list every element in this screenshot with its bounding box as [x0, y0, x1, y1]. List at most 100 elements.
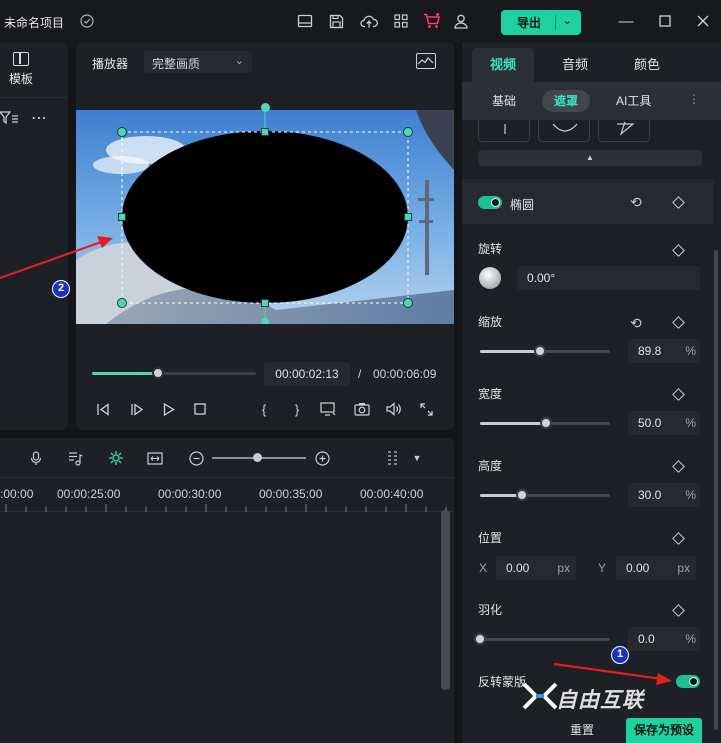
mask-shape-line[interactable] — [478, 120, 530, 142]
invert-mask-toggle[interactable] — [676, 675, 700, 688]
mask-shape-star[interactable] — [598, 120, 650, 142]
keyframe-diamond-icon[interactable] — [672, 604, 685, 617]
filter-icon[interactable] — [0, 111, 18, 128]
subtab-mask[interactable]: 遮罩 — [542, 90, 591, 112]
stop-icon[interactable] — [191, 400, 209, 418]
mask-handle-right[interactable] — [404, 213, 412, 221]
mask-feather-handle[interactable] — [261, 318, 269, 324]
keyframe-diamond-icon[interactable] — [672, 388, 685, 401]
check-circle-icon[interactable] — [78, 12, 96, 30]
mask-handle-bottom[interactable] — [261, 299, 269, 307]
mask-handle-bottom-left[interactable] — [117, 298, 127, 308]
chevron-down-icon[interactable]: ⌄ — [563, 16, 571, 27]
slider-knob[interactable] — [540, 417, 553, 429]
mask-item-ellipse[interactable]: 椭圆 ⟲ — [462, 182, 714, 224]
snapshot-icon[interactable] — [416, 53, 436, 69]
rotation-input[interactable]: 0.00° — [517, 266, 700, 290]
tab-audio[interactable]: 音频 — [544, 48, 606, 82]
keyframe-diamond-icon[interactable] — [672, 244, 685, 257]
export-button[interactable]: 导出 ⌄ — [501, 10, 581, 35]
zoom-knob[interactable] — [253, 453, 263, 462]
save-preset-button[interactable]: 保存为预设 — [626, 718, 702, 743]
current-time[interactable]: 00:00:02:13 — [264, 362, 350, 386]
feather-value: 0.0 — [638, 632, 655, 646]
monitor-icon[interactable] — [296, 12, 314, 30]
zoom-slider[interactable] — [212, 453, 306, 462]
reset-icon[interactable]: ⟲ — [630, 316, 644, 330]
mask-handle-top[interactable] — [261, 128, 269, 136]
user-icon[interactable] — [452, 12, 470, 30]
caret-down-icon[interactable]: ▼ — [408, 449, 426, 467]
cart-icon[interactable] — [423, 12, 441, 30]
tab-video[interactable]: 视频 — [472, 48, 534, 82]
more-icon[interactable]: ⋯ — [31, 108, 48, 128]
mask-handle-bottom-right[interactable] — [403, 298, 413, 308]
scale-input[interactable]: 89.8 % — [628, 339, 700, 363]
slider-knob[interactable] — [533, 345, 546, 357]
apps-grid-icon[interactable] — [392, 12, 410, 30]
playback-progress[interactable] — [92, 367, 256, 379]
grid-view-icon[interactable] — [385, 449, 403, 467]
mask-enable-toggle[interactable] — [478, 196, 502, 209]
height-input[interactable]: 30.0 % — [628, 483, 700, 507]
progress-knob[interactable] — [151, 367, 164, 379]
cloud-upload-icon[interactable] — [360, 12, 378, 30]
feather-slider[interactable] — [474, 633, 610, 645]
width-slider[interactable] — [480, 417, 610, 429]
next-frame-icon[interactable] — [128, 400, 146, 418]
subtab-ai-tools[interactable]: AI工具 — [604, 90, 663, 112]
tab-color[interactable]: 颜色 — [616, 48, 678, 82]
play-icon[interactable] — [160, 400, 178, 418]
mask-shape-curve[interactable] — [538, 120, 590, 142]
timeline-scrollbar[interactable] — [441, 510, 450, 690]
zoom-out-icon[interactable] — [187, 449, 205, 467]
camera-icon[interactable] — [353, 400, 371, 418]
keyframe-diamond-icon[interactable] — [672, 532, 685, 545]
close-icon[interactable] — [694, 12, 712, 30]
reset-icon[interactable]: ⟲ — [630, 195, 644, 209]
mask-handle-top-right[interactable] — [403, 127, 413, 137]
mark-in-icon[interactable]: { — [255, 400, 273, 418]
slider-knob[interactable] — [474, 633, 486, 645]
inspector-sub-tabs: 基础 遮罩 AI工具 ⋮ — [462, 82, 721, 120]
prev-frame-icon[interactable] — [94, 400, 112, 418]
reset-button[interactable]: 重置 — [554, 718, 610, 743]
volume-icon[interactable] — [385, 400, 403, 418]
timeline-ruler[interactable]: :00:00 00:00:25:00 00:00:30:00 00:00:35:… — [0, 478, 454, 512]
keyframe-diamond-icon[interactable] — [672, 460, 685, 473]
keyframe-diamond-icon[interactable] — [672, 316, 685, 329]
maximize-icon[interactable] — [656, 12, 674, 30]
zoom-in-icon[interactable] — [313, 449, 331, 467]
mask-handle-top-left[interactable] — [117, 127, 127, 137]
microphone-icon[interactable] — [27, 449, 45, 467]
position-y-unit: px — [677, 561, 690, 575]
tab-template[interactable]: 模板 — [6, 52, 36, 87]
slider-knob[interactable] — [515, 489, 528, 501]
fullscreen-icon[interactable] — [417, 400, 435, 418]
mask-rotate-handle[interactable] — [261, 103, 270, 112]
keyframe-diamond-icon[interactable] — [672, 196, 685, 209]
position-x-input[interactable]: 0.00 px — [496, 556, 576, 580]
subtab-basic[interactable]: 基础 — [480, 90, 528, 112]
collapse-shapes-button[interactable]: ▲ — [478, 150, 702, 166]
video-preview[interactable] — [76, 110, 454, 324]
fit-timeline-icon[interactable] — [146, 449, 164, 467]
inspector-scrollbar[interactable] — [714, 250, 718, 730]
music-list-icon[interactable] — [66, 449, 84, 467]
feather-input[interactable]: 0.0 % — [628, 627, 700, 651]
save-icon[interactable] — [327, 12, 345, 30]
minimize-icon[interactable]: — — [617, 12, 635, 30]
more-vertical-icon[interactable]: ⋮ — [688, 92, 700, 106]
scale-slider[interactable] — [480, 345, 610, 357]
export-label: 导出 — [517, 16, 542, 30]
position-y-input[interactable]: 0.00 px — [616, 556, 696, 580]
ai-tracking-icon[interactable] — [107, 449, 125, 467]
width-input[interactable]: 50.0 % — [628, 411, 700, 435]
mask-handle-left[interactable] — [118, 213, 126, 221]
display-settings-icon[interactable] — [319, 400, 337, 418]
quality-select[interactable]: 完整画质 ⌄ — [144, 51, 252, 73]
rotation-dial[interactable] — [479, 267, 501, 289]
height-slider[interactable] — [480, 489, 610, 501]
mark-out-icon[interactable]: } — [288, 400, 306, 418]
timeline-panel: ▼ :00:00 00:00:25:00 00:00:30:00 00:00:3… — [0, 438, 454, 743]
